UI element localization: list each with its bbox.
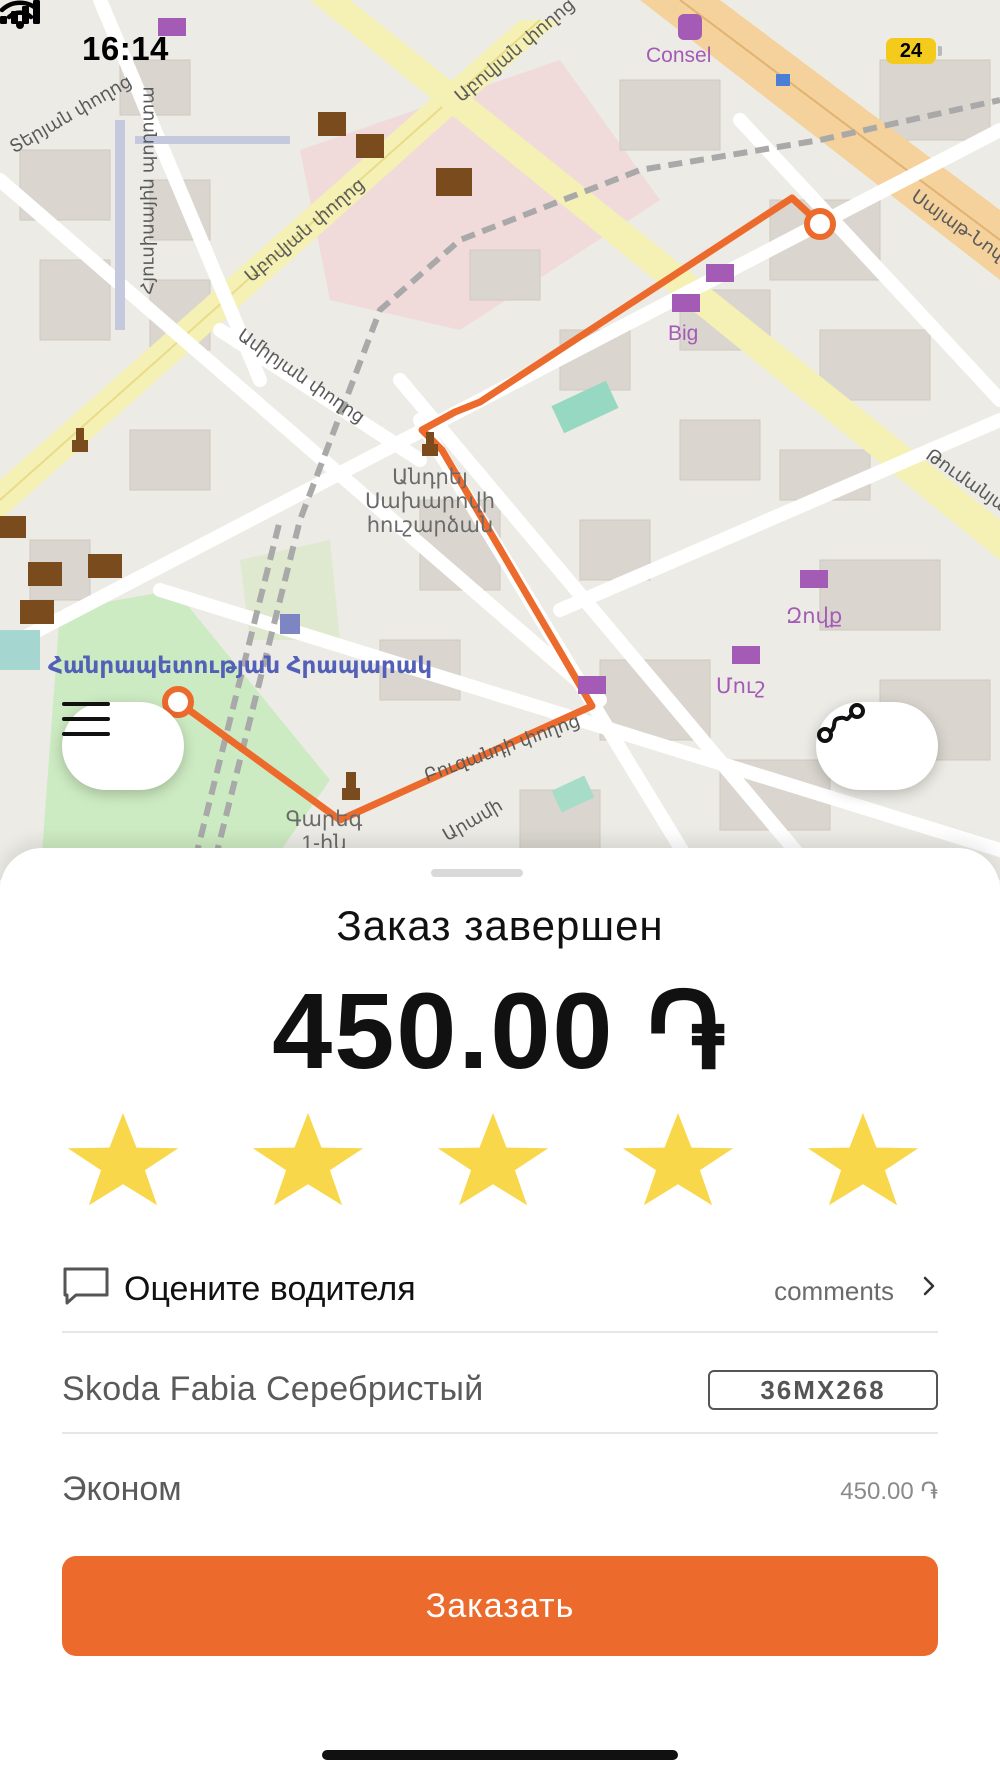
wifi-icon xyxy=(0,0,40,29)
menu-button[interactable] xyxy=(62,702,184,790)
comment-icon xyxy=(63,1267,109,1305)
rating-stars[interactable] xyxy=(62,1110,924,1210)
car-model-label: Skoda Fabia Серебристый xyxy=(62,1370,484,1408)
chevron-right-icon xyxy=(923,1276,935,1296)
status-time: 16:14 xyxy=(82,30,169,67)
divider xyxy=(62,1432,938,1434)
car-info-row: Skoda Fabia Серебристый 36MX268 xyxy=(62,1356,938,1422)
poi-label-big: Big xyxy=(668,322,699,345)
battery-icon: 24 xyxy=(886,38,936,64)
tariff-label: Эконом xyxy=(62,1470,182,1508)
street-label: Հյուսիսային պողոտա xyxy=(137,86,158,295)
square-label: Հանրապետության Հրապարակ xyxy=(48,652,433,678)
order-button[interactable]: Заказать xyxy=(62,1556,938,1656)
map-view[interactable]: Consel Big Զովք Մուշ Տերյան փողոց Աբովյա… xyxy=(0,0,1000,880)
order-price: 450.00 ֏ xyxy=(272,970,728,1091)
battery-level: 24 xyxy=(899,40,923,62)
tariff-row: Эконом 450.00 ֏ xyxy=(62,1456,938,1522)
order-status-title: Заказ завершен xyxy=(336,902,664,949)
rate-driver-row[interactable]: Оцените водителя comments xyxy=(62,1256,938,1322)
rating-star-icon[interactable] xyxy=(432,1110,554,1210)
rating-star-icon[interactable] xyxy=(247,1110,369,1210)
rating-star-icon[interactable] xyxy=(802,1110,924,1210)
status-bar: 16:14 24 xyxy=(0,0,1000,100)
battery-tip xyxy=(938,46,942,56)
route-icon xyxy=(817,703,865,743)
divider xyxy=(62,1331,938,1333)
license-plate: 36MX268 xyxy=(708,1370,938,1410)
route-button[interactable] xyxy=(816,702,938,790)
home-indicator xyxy=(322,1750,678,1760)
poi-label-mush: Մուշ xyxy=(716,675,766,698)
poi-label-zovq: Զովք xyxy=(786,605,843,628)
rating-star-icon[interactable] xyxy=(62,1110,184,1210)
comments-link[interactable]: comments xyxy=(774,1276,894,1307)
rate-driver-label: Оцените водителя xyxy=(124,1270,416,1308)
sheet-grabber[interactable] xyxy=(431,869,523,877)
tariff-price: 450.00 ֏ xyxy=(840,1478,938,1505)
monument-label: Անդրեյ Սախարովի հուշարձան xyxy=(364,466,496,537)
order-summary-sheet: Заказ завершен 450.00 ֏ Оцените водителя… xyxy=(0,848,1000,1778)
hamburger-menu-icon xyxy=(62,702,110,736)
rating-star-icon[interactable] xyxy=(617,1110,739,1210)
